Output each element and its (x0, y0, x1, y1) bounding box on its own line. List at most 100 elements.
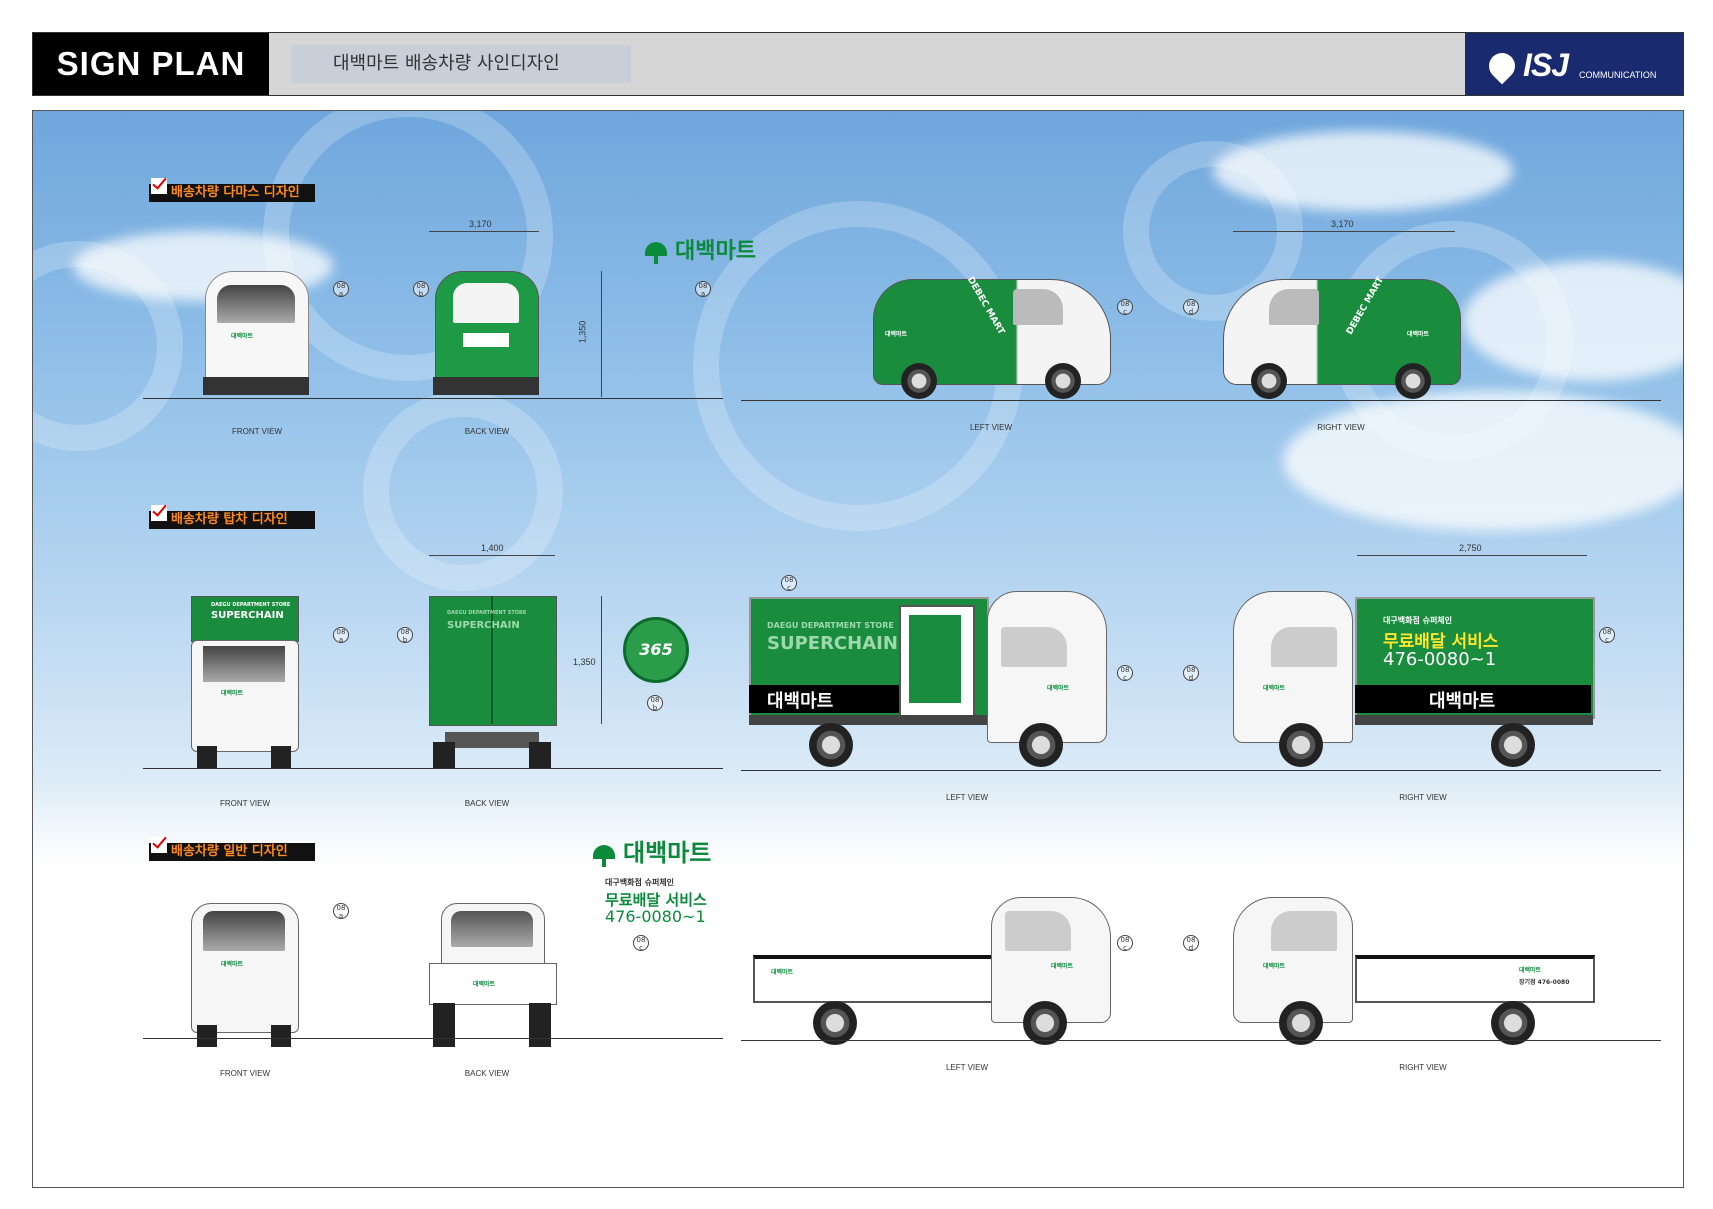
dimension-line (601, 596, 602, 724)
callout-08c: 08 c (633, 935, 649, 952)
callout-08a: 08 a (333, 903, 349, 920)
decor-ring (363, 391, 563, 591)
callout-08c: 08 c (1117, 665, 1133, 682)
callout-08d: 08 d (1183, 665, 1199, 682)
wheel (1251, 363, 1287, 399)
dimension-line (429, 231, 539, 232)
promo-small: 대구백화점 슈퍼체인 (605, 878, 675, 887)
wheel (813, 1001, 857, 1045)
side-brand-logo: 대백마트 (767, 691, 834, 712)
section-heading: 배송차량 탑차 디자인 (149, 505, 315, 529)
brand-logo: 대백마트 (645, 233, 756, 265)
callout-08c: 08 c (781, 575, 797, 592)
dimension-width: 3,170 (469, 219, 492, 229)
ground-line (741, 400, 1661, 401)
callout-08d: 08 d (1183, 299, 1199, 316)
front-brand-label: 대백마트 (231, 333, 254, 340)
promo-phone: 476-0080~1 (605, 907, 706, 926)
callout-08a: 08 a (695, 281, 711, 298)
cab-brand-label: 대백마트 (1263, 963, 1286, 970)
promo-phone: 476-0080~1 (1383, 649, 1497, 670)
callout-08b: 08 b (413, 281, 429, 298)
drawing-panel: 배송차량 다마스 디자인 대백마트 08 a 대백마트 08 a 08 b 3,170… (32, 110, 1684, 1188)
dimension-width: 2,750 (1459, 543, 1482, 553)
callout-08a: 08 a (333, 627, 349, 644)
callout-08c: 08 c (1117, 935, 1133, 952)
ground-line (143, 398, 723, 399)
dimension-line (429, 555, 555, 556)
logo-subtext: COMMUNICATION (1579, 70, 1657, 80)
page-title: SIGN PLAN (33, 33, 269, 95)
damas-right-view: 대백마트 DEBEC MART (1223, 271, 1461, 399)
section-heading: 배송차량 일반 디자인 (149, 837, 315, 861)
box-truck-back-view: DAEGU DEPARTMENT STORE SUPERCHAIN (429, 596, 557, 768)
box-chain-label: SUPERCHAIN (211, 610, 284, 621)
wheel (1491, 1001, 1535, 1045)
badge-365: 365 (623, 617, 689, 683)
ground-line (143, 768, 723, 769)
view-label: BACK VIEW (464, 799, 510, 808)
side-brand-label: 대백마트 (1407, 331, 1430, 338)
callout-08b: 08 b (397, 627, 413, 644)
box-store-label: DAEGU DEPARTMENT STORE (447, 610, 527, 616)
checkmark-icon (151, 837, 167, 853)
view-label: RIGHT VIEW (1399, 1063, 1447, 1072)
bed-phone-label: 장기점 476-0080 (1519, 979, 1570, 986)
cab-brand-label: 대백마트 (1051, 963, 1074, 970)
logo-text: ISJ (1523, 47, 1569, 83)
view-label: RIGHT VIEW (1399, 793, 1447, 802)
dimension-height: 1,350 (573, 657, 596, 667)
cargo-truck-right-view: 대백마트 대백마트 장기점 476-0080 (1233, 897, 1595, 1047)
view-label: FRONT VIEW (231, 427, 283, 436)
view-label: RIGHT VIEW (1317, 423, 1365, 432)
box-store-label: DAEGU DEPARTMENT STORE (211, 602, 291, 608)
dimension-width: 3,170 (1331, 219, 1354, 229)
company-logo: ISJ COMMUNICATION (1465, 33, 1683, 95)
rear-brand-label: 대백마트 (473, 981, 496, 988)
callout-08d: 08 d (1183, 935, 1199, 952)
wheel (901, 363, 937, 399)
side-brand-logo: 대백마트 (1429, 691, 1496, 712)
promo-small: 대구백화점 슈퍼체인 (1383, 616, 1453, 625)
cab-brand-label: 대백마트 (1047, 685, 1070, 692)
dimension-width: 1,400 (481, 543, 504, 553)
checkmark-icon (151, 178, 167, 194)
badge-number: 365 (639, 640, 673, 659)
cargo-truck-left-view: 대백마트 대백마트 (753, 897, 1113, 1047)
damas-front-view: 대백마트 (203, 271, 309, 396)
front-brand-label: 대백마트 (221, 690, 244, 697)
dimension-line (1233, 231, 1455, 232)
damas-left-view: 대백마트 DEBEC MART (873, 271, 1111, 399)
ground-line (741, 1040, 1661, 1041)
front-brand-label: 대백마트 (221, 961, 244, 968)
bed-brand-label: 대백마트 (771, 969, 794, 976)
leaf-icon (593, 845, 615, 867)
cargo-truck-back-view: 대백마트 (429, 903, 557, 1053)
dimension-line (1357, 555, 1587, 556)
dimension-line (601, 271, 602, 397)
callout-08c: 08 c (1599, 627, 1615, 644)
view-label: FRONT VIEW (219, 1069, 271, 1078)
view-label: LEFT VIEW (945, 793, 989, 802)
box-store-label: DAEGU DEPARTMENT STORE (767, 621, 894, 630)
drop-icon (1483, 47, 1521, 85)
view-label: LEFT VIEW (969, 423, 1013, 432)
section-heading: 배송차량 다마스 디자인 (149, 178, 315, 202)
callout-08b: 08 b (647, 695, 663, 712)
dimension-height: 1,350 (577, 320, 588, 344)
brand-logo: 대백마트 (593, 833, 711, 868)
wheel (1019, 723, 1063, 767)
wheel (1023, 1001, 1067, 1045)
cloud (1213, 131, 1513, 211)
wheel (1279, 723, 1323, 767)
wheel (1491, 723, 1535, 767)
damas-back-view (433, 271, 539, 396)
box-truck-front-view: DAEGU DEPARTMENT STORE SUPERCHAIN 대백마트 (181, 596, 307, 768)
bed-brand-label: 대백마트 (1519, 967, 1542, 974)
cab-brand-label: 대백마트 (1263, 685, 1286, 692)
wheel (809, 723, 853, 767)
box-chain-label: SUPERCHAIN (447, 620, 520, 631)
box-truck-left-view: DAEGU DEPARTMENT STORE SUPERCHAIN 대백마트 대… (749, 591, 1109, 771)
callout-08a: 08 a (333, 281, 349, 298)
leaf-icon (645, 242, 667, 264)
